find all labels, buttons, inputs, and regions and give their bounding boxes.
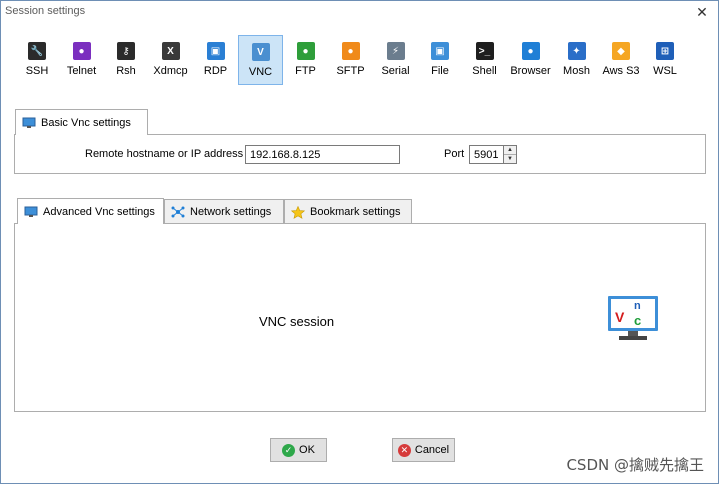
basic-settings-panel: Remote hostname or IP address * Port ▲ ▼	[14, 134, 706, 174]
watermark: CSDN @擒贼先擒王	[566, 456, 704, 474]
close-button[interactable]: ✕	[692, 3, 712, 21]
session-settings-window: Session settings ✕ 🔧 SSH ● Telnet ⚷ Rsh X Xdmcp…	[0, 0, 719, 484]
tab-label: Basic Vnc settings	[41, 116, 131, 129]
protocol-ftp[interactable]: ● FTP	[283, 35, 328, 85]
advanced-settings-panel: VNC session V n c	[14, 223, 706, 412]
check-icon: ✓	[282, 443, 296, 457]
protocol-label: VNC	[248, 66, 273, 78]
port-label: Port	[444, 148, 465, 160]
protocol-xdmcp[interactable]: X Xdmcp	[148, 35, 193, 85]
protocol-rsh[interactable]: ⚷ Rsh	[104, 35, 148, 85]
mosh-satellite-icon: ✦	[567, 42, 586, 60]
protocol-label: SSH	[25, 65, 49, 77]
protocol-label: Xdmcp	[153, 65, 188, 77]
shell-terminal-icon: >_	[475, 42, 494, 60]
protocol-label: Serial	[381, 65, 410, 77]
protocol-label: Rsh	[116, 65, 136, 77]
sftp-icon: ●	[341, 42, 360, 60]
protocol-shell[interactable]: >_ Shell	[462, 35, 507, 85]
window-title: Session settings	[5, 5, 86, 17]
port-stepper[interactable]: ▲ ▼	[503, 145, 517, 164]
monitor-icon	[22, 117, 36, 129]
host-label: Remote hostname or IP address *	[85, 148, 251, 160]
xdmcp-icon: X	[161, 42, 180, 60]
protocol-label: Aws S3	[602, 65, 640, 77]
protocol-label: RDP	[203, 65, 228, 77]
stepper-up-icon[interactable]: ▲	[504, 146, 516, 155]
browser-globe-icon: ●	[521, 42, 540, 60]
protocol-label: FTP	[295, 65, 316, 77]
protocol-label: Telnet	[66, 65, 97, 77]
file-monitor-icon: ▣	[431, 42, 449, 60]
protocol-telnet[interactable]: ● Telnet	[59, 35, 104, 85]
protocol-wsl[interactable]: ⊞ WSL	[643, 35, 687, 85]
network-icon	[171, 206, 185, 218]
cancel-label: Cancel	[414, 444, 450, 456]
protocol-label: File	[431, 65, 449, 77]
tab-label: Bookmark settings	[310, 205, 401, 218]
protocol-aws-s3[interactable]: ◆ Aws S3	[599, 35, 643, 85]
protocol-label: SFTP	[336, 65, 365, 77]
cancel-button[interactable]: ✕ Cancel	[392, 438, 455, 462]
protocol-browser[interactable]: ● Browser	[507, 35, 554, 85]
protocol-rdp[interactable]: ▣ RDP	[193, 35, 238, 85]
vnc-icon: V	[251, 43, 270, 61]
tab-advanced-vnc-settings[interactable]: Advanced Vnc settings	[17, 198, 164, 224]
protocol-vnc[interactable]: V VNC	[238, 35, 283, 85]
ok-button[interactable]: ✓ OK	[270, 438, 327, 462]
monitor-icon	[24, 206, 38, 218]
title-bar: Session settings ✕	[1, 1, 718, 23]
protocol-ssh[interactable]: 🔧 SSH	[15, 35, 59, 85]
ftp-globe-icon: ●	[296, 42, 315, 60]
svg-text:V: V	[615, 309, 625, 325]
svg-text:n: n	[634, 300, 641, 312]
rdp-monitor-icon: ▣	[206, 42, 225, 60]
session-type-label: VNC session	[259, 314, 335, 329]
vnc-large-icon: V n c	[606, 294, 660, 345]
telnet-icon: ●	[72, 42, 91, 60]
tab-bookmark-settings[interactable]: Bookmark settings	[284, 199, 412, 223]
tab-label: Advanced Vnc settings	[43, 205, 155, 218]
svg-text:c: c	[634, 313, 641, 328]
rsh-icon: ⚷	[117, 42, 135, 60]
stepper-down-icon[interactable]: ▼	[504, 155, 516, 163]
protocol-mosh[interactable]: ✦ Mosh	[554, 35, 599, 85]
ssh-wrench-icon: 🔧	[28, 42, 46, 60]
tab-basic-vnc-settings[interactable]: Basic Vnc settings	[15, 109, 148, 135]
host-input[interactable]	[245, 145, 400, 164]
protocol-file[interactable]: ▣ File	[418, 35, 462, 85]
cancel-x-icon: ✕	[397, 443, 411, 457]
protocol-label: Shell	[472, 65, 497, 77]
protocol-toolbar: 🔧 SSH ● Telnet ⚷ Rsh X Xdmcp ▣ RDP V VNC ● FTP ● SFTP ⚡ S…	[15, 35, 705, 85]
ok-label: OK	[299, 444, 315, 456]
star-icon	[290, 205, 306, 219]
protocol-sftp[interactable]: ● SFTP	[328, 35, 373, 85]
aws-s3-icon: ◆	[612, 42, 630, 60]
protocol-label: Browser	[510, 65, 551, 77]
port-input[interactable]	[469, 145, 504, 164]
tab-network-settings[interactable]: Network settings	[164, 199, 284, 223]
protocol-serial[interactable]: ⚡ Serial	[373, 35, 418, 85]
tab-label: Network settings	[190, 205, 272, 218]
serial-plug-icon: ⚡	[386, 42, 405, 60]
wsl-windows-icon: ⊞	[656, 42, 674, 60]
protocol-label: Mosh	[563, 65, 590, 77]
protocol-label: WSL	[653, 65, 677, 77]
